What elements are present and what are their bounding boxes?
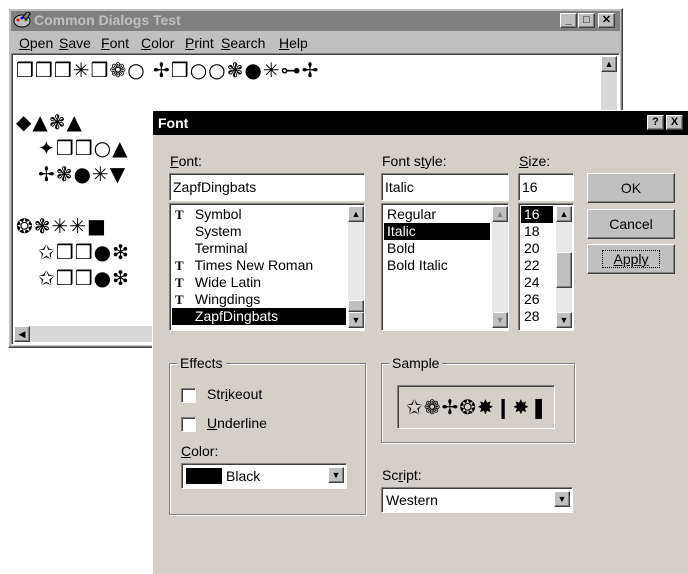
- size-label: Size:: [519, 153, 551, 169]
- font-style-item[interactable]: Italic: [384, 223, 490, 240]
- menu-item-color[interactable]: Color: [141, 35, 174, 51]
- font-dialog: Font ? X Font: ZapfDingbats T Symbol Sys…: [152, 110, 688, 574]
- truetype-icon: T: [175, 292, 184, 307]
- scroll-down-icon[interactable]: ▼: [492, 312, 508, 328]
- underline-check-icon[interactable]: [181, 417, 196, 432]
- menu-bar: Open Save Font Color Print Search Help: [11, 33, 620, 53]
- cancel-button[interactable]: Cancel: [587, 209, 675, 239]
- close-button[interactable]: ✕: [598, 13, 615, 28]
- font-dialog-title: Font: [158, 115, 189, 131]
- font-list-item[interactable]: T Wingdings: [172, 291, 346, 308]
- text-line: ◆▲❃▲: [16, 110, 83, 134]
- size-item[interactable]: 26: [521, 291, 553, 308]
- scroll-down-icon[interactable]: ▼: [556, 312, 572, 328]
- color-label: Color:: [181, 443, 219, 459]
- size-list[interactable]: 16 18 20 22 24 26 28 ▲ ▼: [518, 203, 574, 331]
- font-list-item[interactable]: Terminal: [172, 240, 346, 257]
- size-item[interactable]: 16: [521, 206, 553, 223]
- strikeout-check-icon[interactable]: [181, 388, 196, 403]
- font-list-item[interactable]: System: [172, 223, 346, 240]
- dialog-close-button[interactable]: X: [666, 115, 683, 130]
- font-name-input[interactable]: ZapfDingbats: [169, 173, 365, 201]
- size-item[interactable]: 18: [521, 223, 553, 240]
- color-select[interactable]: Black ▼: [181, 463, 347, 489]
- maximize-button[interactable]: □: [578, 13, 595, 28]
- text-line: ✩❒❒●❇: [38, 240, 130, 264]
- main-window-title: Common Dialogs Test: [34, 12, 181, 28]
- font-list-item[interactable]: ZapfDingbats: [172, 308, 346, 325]
- color-value: Black: [226, 468, 261, 484]
- font-dialog-titlebar[interactable]: Font ? X: [153, 111, 688, 135]
- style-list-scrollbar[interactable]: ▲ ▼: [492, 206, 508, 328]
- truetype-icon: T: [175, 258, 184, 273]
- text-line: ❂❃✳✳■: [16, 214, 107, 238]
- truetype-icon: T: [175, 207, 184, 222]
- ok-button[interactable]: OK: [587, 173, 675, 203]
- main-window-titlebar[interactable]: Common Dialogs Test _ □ ✕: [11, 10, 620, 31]
- size-item[interactable]: 22: [521, 257, 553, 274]
- script-value: Western: [386, 492, 438, 508]
- font-label: Font:: [170, 153, 202, 169]
- font-list-item[interactable]: T Wide Latin: [172, 274, 346, 291]
- help-button[interactable]: ?: [647, 115, 664, 130]
- chevron-down-icon[interactable]: ▼: [554, 491, 570, 507]
- text-line: ✢❃●✳▼: [38, 162, 127, 186]
- font-style-item[interactable]: Bold: [384, 240, 490, 257]
- scroll-up-icon[interactable]: ▲: [601, 56, 617, 72]
- scroll-thumb[interactable]: [348, 300, 364, 312]
- scroll-left-icon[interactable]: ◀: [14, 326, 30, 342]
- chevron-down-icon[interactable]: ▼: [328, 467, 344, 483]
- font-style-item[interactable]: Bold Italic: [384, 257, 490, 274]
- apply-button[interactable]: Apply: [587, 244, 675, 274]
- font-style-list[interactable]: Regular Italic Bold Bold Italic ▲ ▼: [381, 203, 509, 331]
- size-list-scrollbar[interactable]: ▲ ▼: [556, 206, 572, 328]
- scroll-thumb[interactable]: [556, 252, 572, 288]
- menu-item-save[interactable]: Save: [59, 35, 91, 51]
- text-line: ❒❒❒✳❒❁○ ✢❒○○❃●✳⊶✢: [16, 58, 320, 82]
- app-icon[interactable]: [13, 10, 32, 28]
- menu-item-print[interactable]: Print: [185, 35, 214, 51]
- menu-item-search[interactable]: Search: [221, 35, 265, 51]
- script-label: Script:: [382, 467, 422, 483]
- font-list-scrollbar[interactable]: ▲ ▼: [348, 206, 364, 328]
- scroll-up-icon[interactable]: ▲: [492, 206, 508, 222]
- scroll-up-icon[interactable]: ▲: [556, 206, 572, 222]
- font-list-item[interactable]: T Symbol: [172, 206, 346, 223]
- sample-label: Sample: [389, 355, 443, 371]
- scroll-down-icon[interactable]: ▼: [348, 312, 364, 328]
- menu-item-font[interactable]: Font: [101, 35, 129, 51]
- apply-label: Apply: [602, 250, 660, 268]
- font-list[interactable]: T Symbol System Terminal T Times New Roma…: [169, 203, 365, 331]
- menu-item-open[interactable]: Open: [19, 35, 53, 51]
- size-list-items: 16 18 20 22 24 26 28: [521, 206, 553, 325]
- font-style-input[interactable]: Italic: [381, 173, 509, 201]
- menu-item-help[interactable]: Help: [279, 35, 308, 51]
- color-swatch: [186, 468, 222, 484]
- truetype-icon: T: [175, 275, 184, 290]
- minimize-button[interactable]: _: [560, 13, 577, 28]
- text-line: ✩❒❒●❇: [38, 266, 130, 290]
- effects-label: Effects: [177, 355, 226, 371]
- sample-text: ✩❁✢❂✸❙✸❚: [406, 395, 549, 419]
- size-item[interactable]: 20: [521, 240, 553, 257]
- font-style-list-items: Regular Italic Bold Bold Italic: [384, 206, 490, 274]
- strikeout-label: Strikeout: [207, 386, 263, 402]
- size-item[interactable]: 28: [521, 308, 553, 325]
- size-item[interactable]: 24: [521, 274, 553, 291]
- effects-group: [169, 363, 366, 515]
- underline-label: Underline: [207, 415, 267, 431]
- font-style-label: Font style:: [382, 153, 447, 169]
- font-list-items: T Symbol System Terminal T Times New Roma…: [172, 206, 346, 325]
- scroll-up-icon[interactable]: ▲: [348, 206, 364, 222]
- sample-preview: ✩❁✢❂✸❙✸❚: [397, 385, 555, 429]
- size-input[interactable]: 16: [518, 173, 574, 201]
- text-line: ✦❒❒○▲: [38, 136, 129, 160]
- font-style-item[interactable]: Regular: [384, 206, 490, 223]
- font-list-item[interactable]: T Times New Roman: [172, 257, 346, 274]
- script-select[interactable]: Western ▼: [381, 487, 573, 513]
